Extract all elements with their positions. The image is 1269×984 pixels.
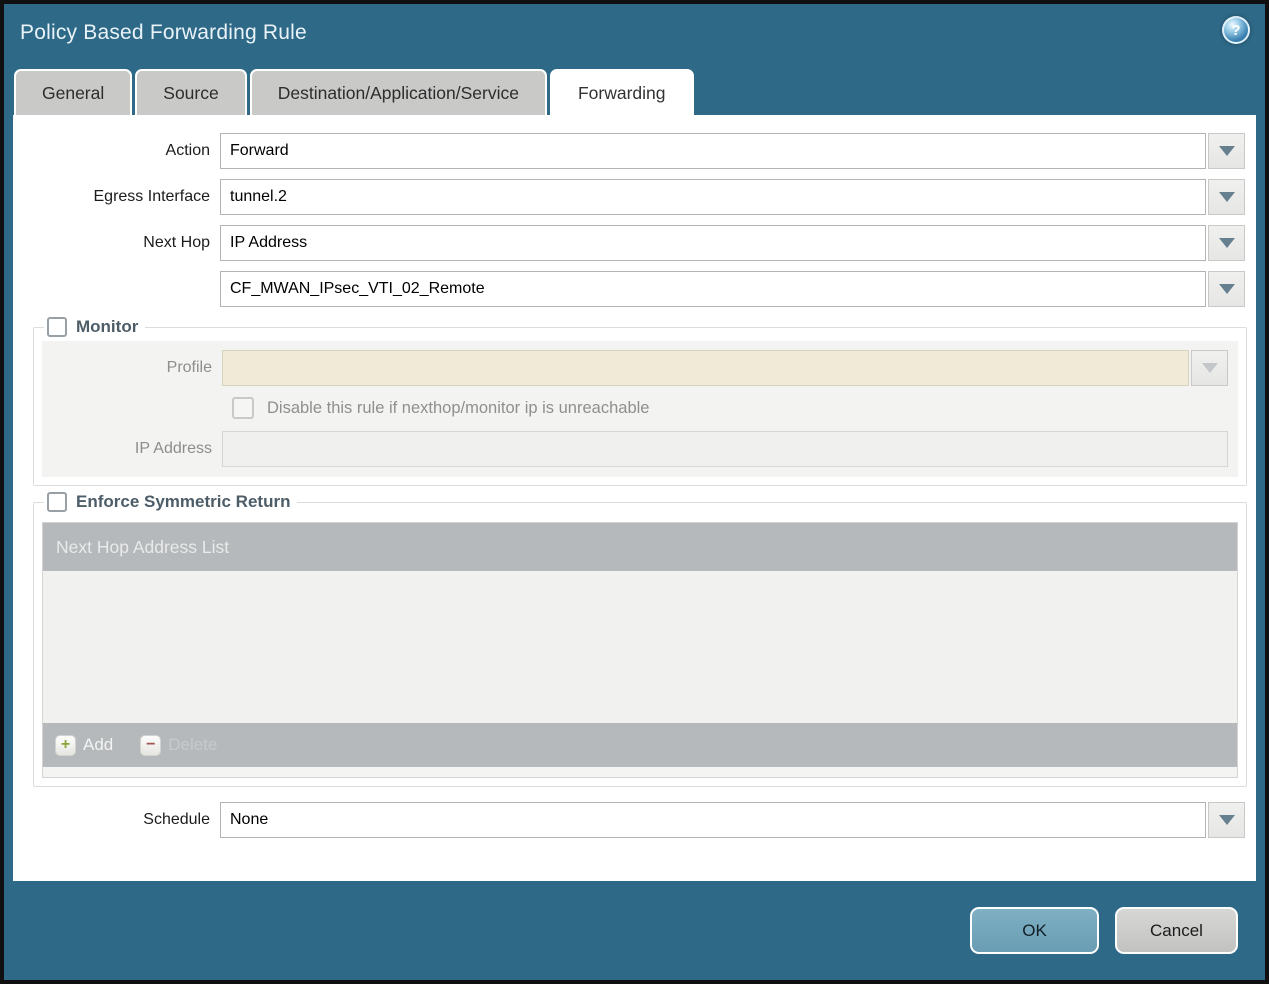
ok-button[interactable]: OK	[970, 907, 1099, 954]
tab-source[interactable]: Source	[135, 69, 247, 115]
enforce-symmetric-return-legend-label: Enforce Symmetric Return	[76, 492, 291, 511]
egress-interface-value: tunnel.2	[230, 188, 287, 205]
profile-label: Profile	[166, 359, 212, 376]
chevron-down-icon	[1218, 146, 1235, 156]
egress-interface-row: Egress Interface tunnel.2	[23, 179, 1245, 215]
next-hop-address-row: CF_MWAN_IPsec_VTI_02_Remote	[23, 271, 1245, 307]
next-hop-address-list-header: Next Hop Address List	[43, 523, 1237, 571]
profile-row: Profile	[42, 350, 1238, 386]
next-hop-address-value: CF_MWAN_IPsec_VTI_02_Remote	[230, 280, 485, 297]
egress-interface-select[interactable]: tunnel.2	[220, 179, 1206, 215]
monitor-ip-address-row: IP Address	[42, 431, 1238, 467]
disable-rule-label: Disable this rule if nexthop/monitor ip …	[267, 398, 650, 417]
action-label: Action	[165, 142, 210, 159]
tab-bar: General Source Destination/Application/S…	[4, 68, 1265, 115]
profile-select	[222, 350, 1189, 386]
action-value: Forward	[230, 142, 289, 159]
tab-label: Forwarding	[577, 82, 666, 103]
action-select[interactable]: Forward	[220, 133, 1206, 169]
next-hop-address-select[interactable]: CF_MWAN_IPsec_VTI_02_Remote	[220, 271, 1206, 307]
tab-label: Destination/Application/Service	[277, 82, 519, 103]
schedule-select[interactable]: None	[220, 802, 1206, 838]
dialog-action-bar: OK Cancel	[4, 881, 1265, 980]
tab-general[interactable]: General	[14, 69, 133, 115]
tab-destination-application-service[interactable]: Destination/Application/Service	[249, 69, 547, 115]
schedule-value: None	[230, 811, 269, 828]
monitor-ip-address-label: IP Address	[134, 440, 212, 457]
forwarding-tab-panel: Action Forward Egress Interface tunnel.2…	[13, 115, 1256, 881]
next-hop-address-list-body	[43, 571, 1237, 723]
next-hop-address-list-header-label: Next Hop Address List	[56, 536, 230, 557]
enforce-symmetric-return-section: Enforce Symmetric Return Next Hop Addres…	[33, 492, 1247, 787]
next-hop-address-dropdown-button[interactable]	[1208, 271, 1245, 307]
monitor-panel: Profile Disable this rule if nexthop/mon…	[42, 341, 1238, 477]
help-icon: ?	[1231, 21, 1241, 39]
add-icon: +	[55, 734, 76, 756]
profile-dropdown-button	[1191, 350, 1228, 386]
policy-based-forwarding-dialog: Policy Based Forwarding Rule ? General S…	[0, 0, 1269, 984]
next-hop-dropdown-button[interactable]	[1208, 225, 1245, 261]
enforce-symmetric-return-legend: Enforce Symmetric Return	[44, 492, 297, 512]
monitor-checkbox[interactable]	[47, 317, 67, 337]
next-hop-label: Next Hop	[143, 234, 210, 251]
monitor-legend: Monitor	[44, 317, 145, 337]
delete-button: − Delete	[140, 734, 218, 756]
monitor-section: Monitor Profile Disable this rule if nex…	[33, 317, 1247, 486]
next-hop-address-list-footer: + Add − Delete	[43, 723, 1237, 767]
monitor-legend-label: Monitor	[76, 317, 139, 336]
dialog-title: Policy Based Forwarding Rule	[20, 21, 307, 44]
disable-rule-checkbox	[232, 397, 254, 419]
action-dropdown-button[interactable]	[1208, 133, 1245, 169]
chevron-down-icon	[1218, 192, 1235, 202]
next-hop-address-list-table: Next Hop Address List + Add − Delete	[42, 522, 1238, 778]
table-scroll-strip	[43, 767, 1237, 777]
add-button-label: Add	[83, 735, 114, 754]
dialog-title-bar: Policy Based Forwarding Rule ?	[4, 4, 1265, 68]
disable-rule-row: Disable this rule if nexthop/monitor ip …	[232, 397, 1238, 419]
schedule-label: Schedule	[143, 811, 210, 828]
next-hop-select[interactable]: IP Address	[220, 225, 1206, 261]
add-button[interactable]: + Add	[55, 734, 114, 756]
next-hop-row: Next Hop IP Address	[23, 225, 1245, 261]
cancel-button[interactable]: Cancel	[1115, 907, 1238, 954]
tab-label: General	[42, 82, 105, 103]
tab-forwarding[interactable]: Forwarding	[549, 69, 694, 115]
chevron-down-icon	[1218, 284, 1235, 294]
monitor-ip-address-input	[222, 431, 1228, 467]
egress-interface-dropdown-button[interactable]	[1208, 179, 1245, 215]
ok-button-label: OK	[1022, 920, 1047, 940]
chevron-down-icon	[1218, 238, 1235, 248]
egress-interface-label: Egress Interface	[93, 188, 211, 205]
help-button[interactable]: ?	[1222, 16, 1250, 44]
enforce-symmetric-return-checkbox[interactable]	[47, 492, 67, 512]
tab-label: Source	[163, 82, 219, 103]
delete-icon: −	[140, 734, 162, 756]
chevron-down-icon	[1201, 363, 1218, 373]
schedule-row: Schedule None	[23, 802, 1245, 838]
cancel-button-label: Cancel	[1150, 920, 1203, 940]
chevron-down-icon	[1218, 815, 1235, 825]
action-row: Action Forward	[23, 133, 1245, 169]
delete-button-label: Delete	[168, 735, 218, 754]
schedule-dropdown-button[interactable]	[1208, 802, 1245, 838]
next-hop-value: IP Address	[230, 234, 308, 251]
